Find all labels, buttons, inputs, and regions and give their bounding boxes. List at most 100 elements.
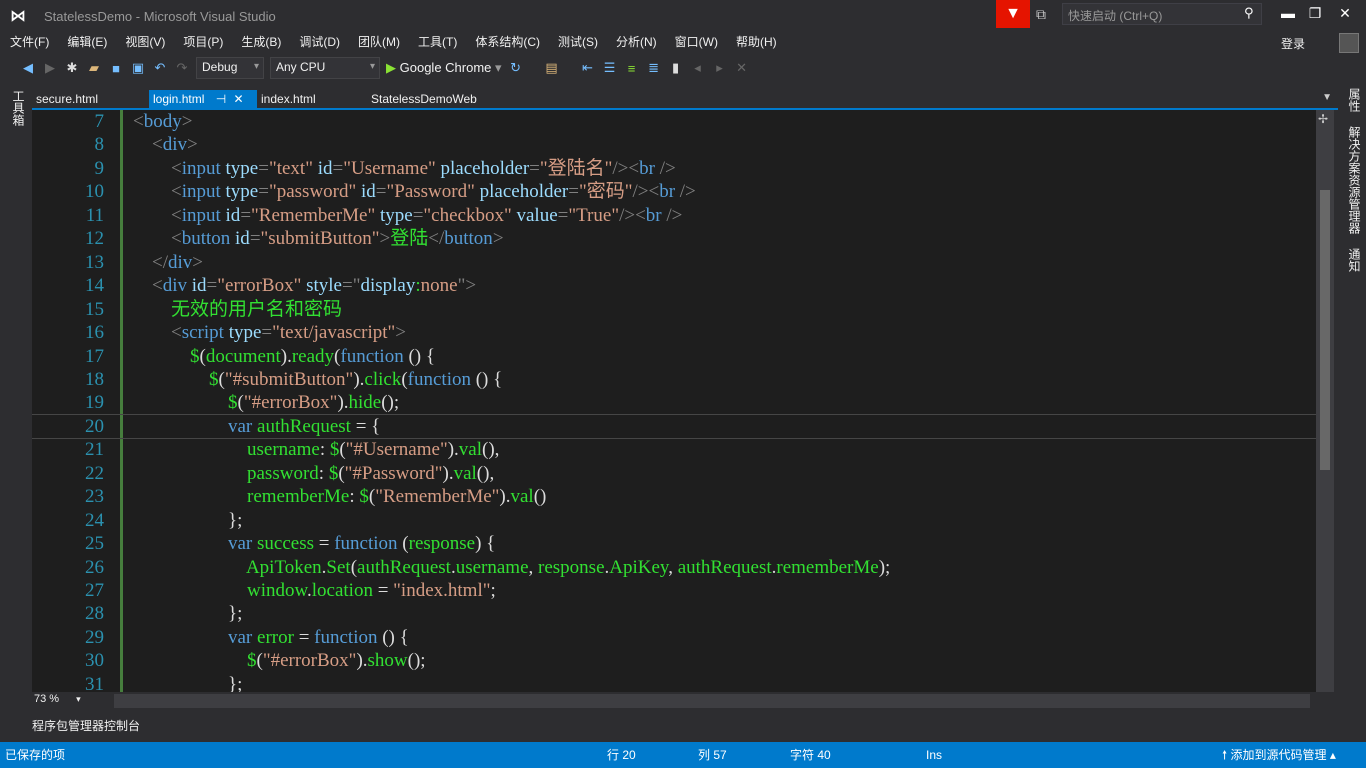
code-line[interactable]: 19 $("#errorBox").hide(); bbox=[32, 391, 1316, 414]
code-line[interactable]: 28 }; bbox=[32, 602, 1316, 625]
platform-select[interactable]: Any CPU bbox=[270, 57, 380, 79]
code-line[interactable]: 18 $("#submitButton").click(function () … bbox=[32, 368, 1316, 391]
undo-icon[interactable]: ↶ bbox=[152, 60, 168, 76]
scrollbar-thumb[interactable] bbox=[1320, 190, 1330, 470]
configuration-select[interactable]: Debug bbox=[196, 57, 264, 79]
zoom-select[interactable]: 73 % ▾ bbox=[34, 693, 94, 709]
restore-button[interactable]: ❐ bbox=[1305, 5, 1325, 22]
bookmark-icon[interactable]: ▮ bbox=[668, 60, 684, 76]
avatar[interactable] bbox=[1339, 33, 1359, 53]
code-line[interactable]: 30 $("#errorBox").show(); bbox=[32, 649, 1316, 672]
split-icon[interactable]: ✢ bbox=[1318, 112, 1328, 126]
source-control-button[interactable]: 🠕 添加到源代码管理 ▴ bbox=[1222, 742, 1336, 768]
find-in-files-icon[interactable]: ▤ bbox=[544, 60, 560, 76]
step-icon[interactable]: ⇤ bbox=[580, 60, 596, 76]
code-line[interactable]: 20 var authRequest = { bbox=[32, 413, 1317, 440]
close-icon[interactable]: ✕ bbox=[234, 92, 244, 106]
redo-icon[interactable]: ↷ bbox=[174, 60, 190, 76]
menu-item[interactable]: 项目(P) bbox=[183, 32, 223, 52]
quick-launch-input[interactable]: 快速启动 (Ctrl+Q) bbox=[1062, 3, 1262, 25]
code-token: />< bbox=[612, 157, 640, 179]
code-line[interactable]: 31 }; bbox=[32, 673, 1316, 692]
code-line[interactable]: 7 <body> bbox=[32, 110, 1316, 133]
prev-bookmark-icon[interactable]: ◂ bbox=[690, 60, 706, 76]
pin-icon[interactable]: ⊣ bbox=[216, 92, 226, 106]
clear-bookmarks-icon[interactable]: ✕ bbox=[734, 60, 750, 76]
menu-item[interactable]: 生成(B) bbox=[241, 32, 281, 52]
code-line[interactable]: 17 $(document).ready(function () { bbox=[32, 345, 1316, 368]
menu-item[interactable]: 工具(T) bbox=[418, 32, 457, 52]
code-line[interactable]: 26 ApiToken.Set(authRequest.username, re… bbox=[32, 556, 1316, 579]
code-line[interactable]: 12 <button id="submitButton">登陆</button> bbox=[32, 227, 1316, 250]
forward-icon[interactable]: ▶ bbox=[42, 60, 58, 76]
menu-item[interactable]: 分析(N) bbox=[616, 32, 657, 52]
new-project-icon[interactable]: ✱ bbox=[64, 60, 80, 76]
code-token: response bbox=[408, 533, 476, 555]
minimize-button[interactable]: ▬ bbox=[1278, 5, 1298, 21]
tab-list-dropdown-icon[interactable]: ▼ bbox=[1322, 92, 1332, 103]
menu-item[interactable]: 帮助(H) bbox=[736, 32, 777, 52]
menu-item[interactable]: 体系结构(C) bbox=[475, 32, 540, 52]
menu-item[interactable]: 调试(D) bbox=[299, 32, 340, 52]
code-line[interactable]: 22 password: $("#Password").val(), bbox=[32, 462, 1316, 485]
code-line[interactable]: 10 <input type="password" id="Password" … bbox=[32, 180, 1316, 203]
tab-project[interactable]: StatelessDemoWeb bbox=[367, 90, 481, 108]
menu-item[interactable]: 测试(S) bbox=[558, 32, 598, 52]
refresh-icon[interactable]: ↻ bbox=[508, 60, 524, 76]
code-token: /> bbox=[679, 181, 696, 203]
uncomment-icon[interactable]: ≣ bbox=[646, 60, 662, 76]
code-line[interactable]: 8 <div> bbox=[32, 133, 1316, 156]
code-line[interactable]: 16 <script type="text/javascript"> bbox=[32, 321, 1316, 344]
tab-secure-html[interactable]: secure.html bbox=[32, 90, 102, 108]
comment-icon[interactable]: ≡ bbox=[624, 61, 640, 76]
save-all-icon[interactable]: ▣ bbox=[130, 60, 146, 76]
menu-item[interactable]: 窗口(W) bbox=[675, 32, 718, 52]
next-bookmark-icon[interactable]: ▸ bbox=[712, 60, 728, 76]
notifications-tab[interactable]: 通知 bbox=[1346, 248, 1363, 272]
code-line[interactable]: 23 rememberMe: $("RememberMe").val() bbox=[32, 485, 1316, 508]
back-icon[interactable]: ◀ bbox=[20, 60, 36, 76]
feedback-filter-icon[interactable]: ▼ bbox=[996, 0, 1030, 28]
code-token: < bbox=[171, 204, 182, 226]
code-line[interactable]: 21 username: $("#Username").val(), bbox=[32, 438, 1316, 461]
code-line[interactable]: 15 无效的用户名和密码 bbox=[32, 298, 1316, 321]
code-line[interactable]: 14 <div id="errorBox" style="display:non… bbox=[32, 274, 1316, 297]
feedback-icon[interactable]: ⧉ bbox=[1036, 6, 1046, 23]
open-file-icon[interactable]: ▰ bbox=[86, 60, 102, 76]
code-line[interactable]: 11 <input id="RememberMe" type="checkbox… bbox=[32, 204, 1316, 227]
code-text: window.location = "index.html"; bbox=[133, 579, 496, 602]
code-line[interactable]: 24 }; bbox=[32, 509, 1316, 532]
solution-explorer-tab[interactable]: 解决方案资源管理器 bbox=[1346, 126, 1363, 234]
tab-index-html[interactable]: index.html bbox=[257, 90, 320, 108]
properties-tab[interactable]: 属性 bbox=[1346, 88, 1363, 112]
code-token: "> bbox=[457, 275, 477, 297]
sign-in-link[interactable]: 登录 bbox=[1281, 35, 1305, 52]
code-token: type bbox=[225, 157, 259, 179]
line-number: 12 bbox=[85, 228, 104, 250]
status-column: 列 57 bbox=[698, 748, 727, 762]
save-icon[interactable]: ■ bbox=[108, 61, 124, 76]
search-icon[interactable]: ⚲ bbox=[1244, 5, 1254, 21]
code-line[interactable]: 29 var error = function () { bbox=[32, 626, 1316, 649]
format-icon[interactable]: ☰ bbox=[602, 60, 618, 76]
horizontal-scrollbar[interactable] bbox=[114, 694, 1310, 708]
code-line[interactable]: 25 var success = function (response) { bbox=[32, 532, 1316, 555]
tab-login-html[interactable]: login.html ⊣ ✕ bbox=[149, 90, 257, 108]
run-button[interactable]: ▶ Google Chrome ▾ bbox=[386, 60, 502, 76]
code-editor[interactable]: 7 <body> 8 <div> 9 <input type="text" id="U… bbox=[32, 110, 1334, 692]
toolbox-label[interactable]: 工具箱 bbox=[10, 90, 27, 126]
menu-item[interactable]: 编辑(E) bbox=[67, 32, 107, 52]
menu-item[interactable]: 文件(F) bbox=[10, 32, 49, 52]
menu-item[interactable]: 视图(V) bbox=[125, 32, 165, 52]
code-token: (); bbox=[407, 650, 426, 672]
package-manager-console-tab[interactable]: 程序包管理器控制台 bbox=[32, 717, 140, 734]
code-line[interactable]: 27 window.location = "index.html"; bbox=[32, 579, 1316, 602]
menu-item[interactable]: 团队(M) bbox=[358, 32, 400, 52]
code-token: < bbox=[133, 111, 144, 132]
close-button[interactable]: ✕ bbox=[1335, 5, 1355, 22]
code-line[interactable]: 9 <input type="text" id="Username" place… bbox=[32, 157, 1316, 180]
toolbox-dock[interactable]: 工具箱 bbox=[0, 84, 32, 714]
code-line[interactable]: 13 </div> bbox=[32, 251, 1316, 274]
